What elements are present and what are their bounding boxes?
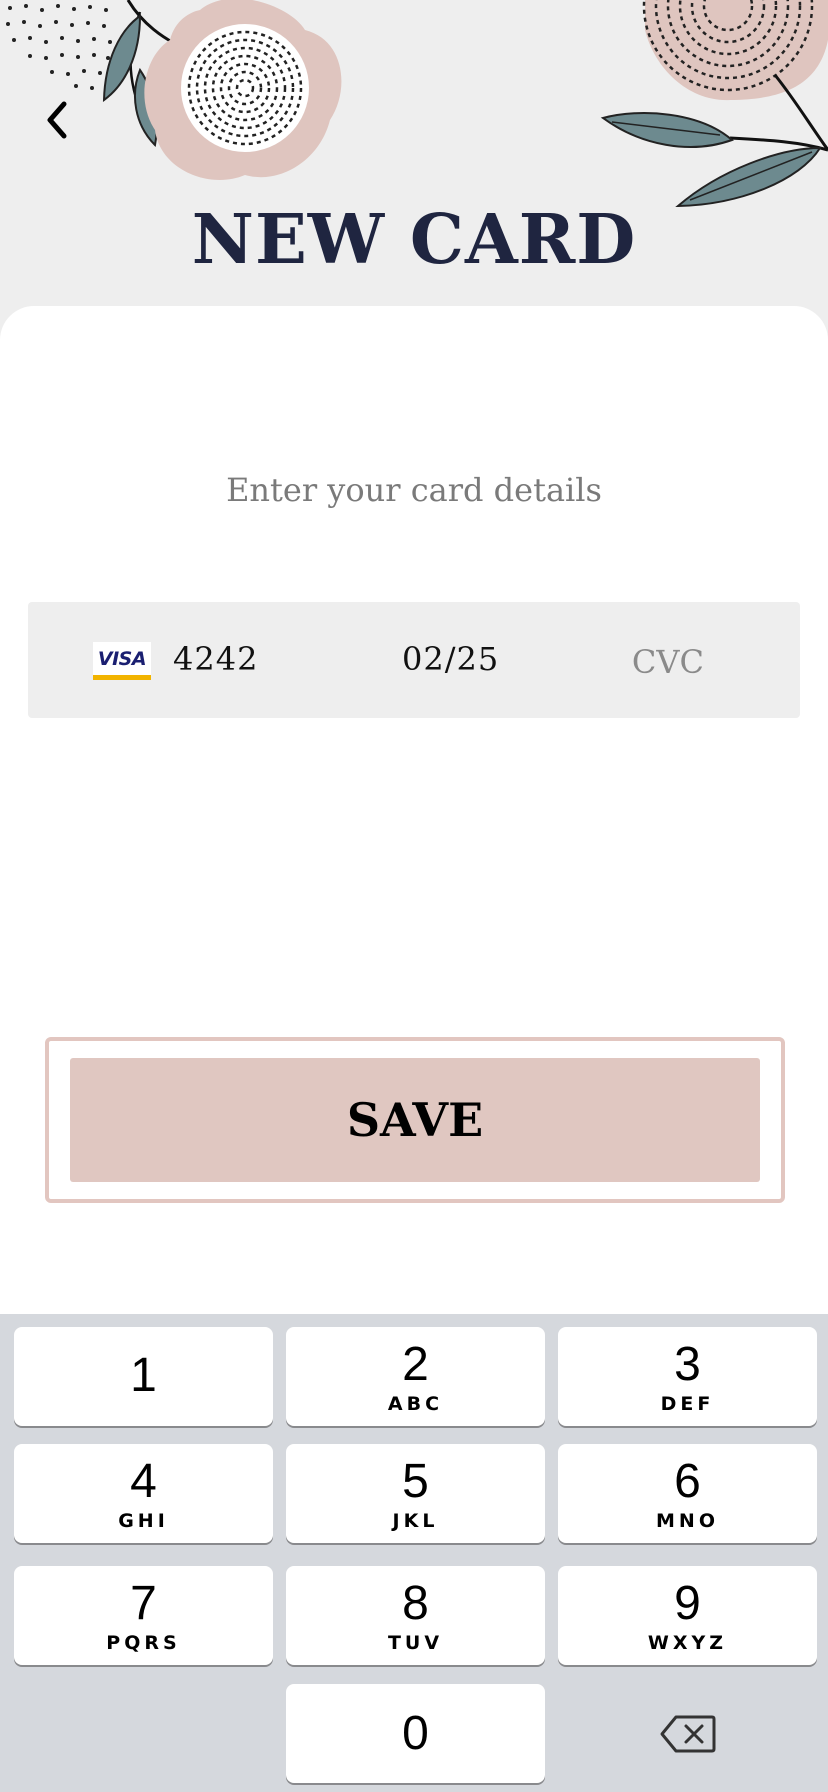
key-0[interactable]: 0 bbox=[286, 1684, 545, 1783]
key-3[interactable]: 3 DEF bbox=[558, 1327, 817, 1426]
key-4[interactable]: 4 GHI bbox=[14, 1444, 273, 1543]
card-expiry-field[interactable]: 02/25 bbox=[402, 640, 499, 678]
key-letters: ABC bbox=[387, 1392, 444, 1415]
key-letters: TUV bbox=[387, 1631, 444, 1654]
key-letters: PQRS bbox=[106, 1631, 181, 1654]
key-letters: MNO bbox=[656, 1509, 719, 1532]
backspace-button[interactable] bbox=[558, 1684, 817, 1783]
key-digit: 4 bbox=[130, 1454, 157, 1508]
key-digit: 2 bbox=[402, 1337, 429, 1391]
key-digit: 5 bbox=[402, 1454, 429, 1508]
chevron-left-icon bbox=[47, 101, 67, 139]
key-digit: 7 bbox=[130, 1576, 157, 1630]
key-digit: 0 bbox=[402, 1706, 429, 1760]
card-input-row[interactable]: VISA 4242 02/25 bbox=[28, 602, 800, 718]
key-6[interactable]: 6 MNO bbox=[558, 1444, 817, 1543]
page-title: NEW CARD bbox=[191, 200, 637, 280]
save-button-frame: SAVE bbox=[45, 1037, 785, 1203]
key-digit: 8 bbox=[402, 1576, 429, 1630]
key-1[interactable]: 1 bbox=[14, 1327, 273, 1426]
save-button[interactable]: SAVE bbox=[70, 1058, 760, 1182]
key-9[interactable]: 9 WXYZ bbox=[558, 1566, 817, 1665]
key-8[interactable]: 8 TUV bbox=[286, 1566, 545, 1665]
key-letters: GHI bbox=[118, 1509, 169, 1532]
header: NEW CARD bbox=[0, 0, 828, 310]
key-digit: 6 bbox=[674, 1454, 701, 1508]
visa-card-icon: VISA bbox=[93, 642, 151, 680]
form-subtitle: Enter your card details bbox=[226, 471, 602, 509]
backspace-icon bbox=[660, 1715, 715, 1752]
key-digit: 9 bbox=[674, 1576, 701, 1630]
card-number-field[interactable]: 4242 bbox=[173, 640, 258, 678]
key-5[interactable]: 5 JKL bbox=[286, 1444, 545, 1543]
card-form-sheet: Enter your card details VISA 4242 02/25 … bbox=[0, 306, 828, 1314]
key-letters: JKL bbox=[392, 1509, 439, 1532]
key-digit: 1 bbox=[130, 1348, 157, 1402]
key-letters: DEF bbox=[660, 1392, 715, 1415]
key-7[interactable]: 7 PQRS bbox=[14, 1566, 273, 1665]
card-brand: VISA bbox=[97, 647, 147, 670]
card-cvc-field[interactable] bbox=[574, 640, 704, 684]
key-2[interactable]: 2 ABC bbox=[286, 1327, 545, 1426]
key-digit: 3 bbox=[674, 1337, 701, 1391]
key-letters: WXYZ bbox=[647, 1631, 728, 1654]
back-button[interactable] bbox=[34, 94, 78, 146]
